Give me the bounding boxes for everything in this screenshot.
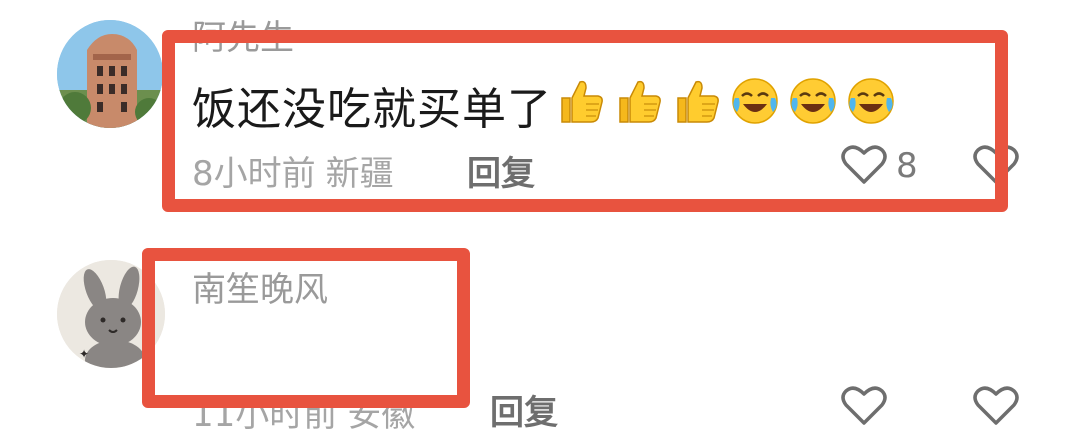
- highlight-box: [142, 248, 470, 408]
- highlight-box: [162, 30, 1008, 212]
- avatar[interactable]: [57, 20, 163, 128]
- svg-text:✦: ✦: [79, 347, 89, 361]
- like-heart-icon[interactable]: [840, 383, 888, 427]
- dislike-heart-icon[interactable]: [972, 383, 1020, 427]
- reply-button[interactable]: 回复: [490, 385, 558, 434]
- comment-list: 阿先生 饭还没吃就买单了 8小时前 新疆 回复 8 ✦ 南笙晚风 11小时前 安…: [0, 0, 1080, 446]
